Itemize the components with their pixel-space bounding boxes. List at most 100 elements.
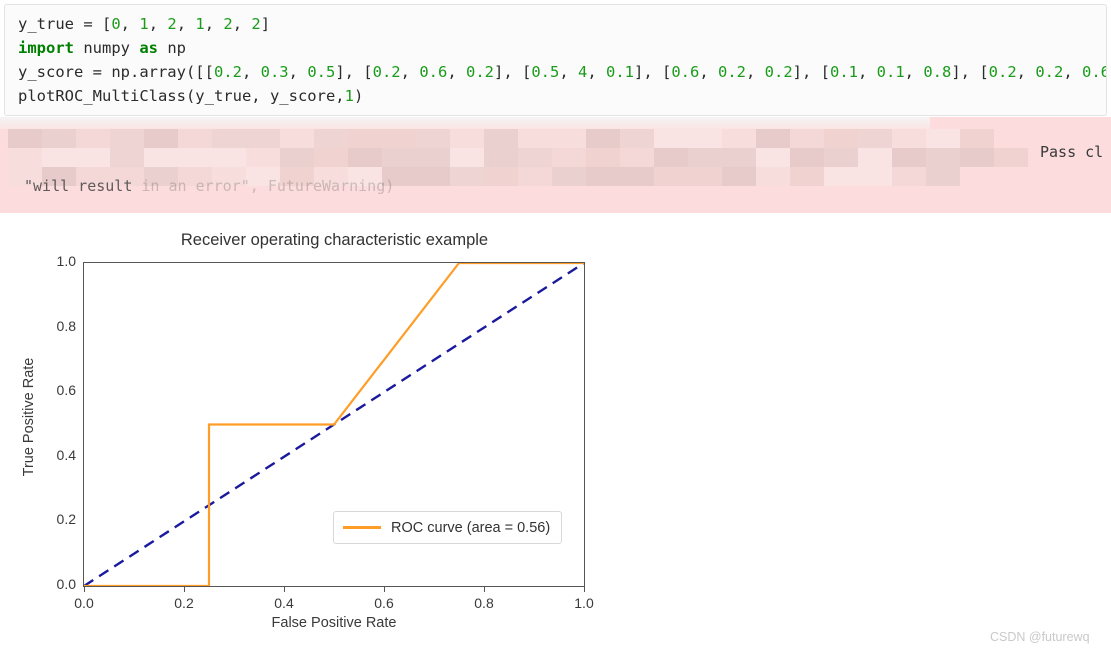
code-token-num: 0.2 <box>213 63 242 81</box>
code-token-plain: , <box>232 15 252 33</box>
redaction-tile <box>620 148 654 167</box>
redaction-tile <box>756 129 790 148</box>
code-token-num: 0.2 <box>764 63 793 81</box>
legend-swatch-roc <box>343 526 381 529</box>
redaction-tile <box>688 129 722 148</box>
redaction-tile <box>620 129 654 148</box>
code-token-plain: , <box>120 15 140 33</box>
code-token-kw: import <box>18 39 74 57</box>
redaction-tile <box>42 129 76 148</box>
x-tick-label: 0.4 <box>274 595 294 611</box>
redaction-tile <box>654 167 688 186</box>
warning-output-block: "will result in an error", FutureWarning… <box>0 117 1111 213</box>
redaction-tile <box>552 148 586 167</box>
code-token-num: 0.6 <box>1082 63 1106 81</box>
y-tick-label: 1.0 <box>56 253 76 269</box>
redaction-tile <box>858 148 892 167</box>
x-tick-mark <box>384 587 386 592</box>
code-token-plain: numpy <box>74 39 140 57</box>
redaction-tile <box>416 129 450 148</box>
x-tick-mark <box>184 587 186 592</box>
code-token-num: 2 <box>167 15 177 33</box>
x-tick-label: 0.0 <box>74 595 94 611</box>
code-token-plain: , <box>400 63 420 81</box>
redaction-tile <box>926 129 960 148</box>
redaction-tile <box>756 167 790 186</box>
redaction-tile <box>518 167 552 186</box>
x-tick-label: 0.6 <box>374 595 394 611</box>
redaction-tile <box>144 148 178 167</box>
redaction-tile <box>144 129 178 148</box>
code-token-plain: y_score = np.array([[ <box>18 63 214 81</box>
code-token-plain: , <box>1063 63 1083 81</box>
code-line: y_true = [0, 1, 2, 1, 2, 2] <box>18 12 1106 36</box>
redaction-tile <box>450 129 484 148</box>
redaction-tile <box>620 167 654 186</box>
y-tick-label: 0.0 <box>56 576 76 592</box>
redaction-tile <box>586 129 620 148</box>
code-token-num: 0.2 <box>988 63 1017 81</box>
redaction-tile <box>858 129 892 148</box>
redaction-tile <box>994 148 1028 167</box>
y-tick-label: 0.8 <box>56 317 76 334</box>
redaction-tile <box>246 129 280 148</box>
redaction-tile <box>892 148 926 167</box>
warning-right-fragment: Pass cl <box>1040 143 1104 161</box>
code-token-plain: ] <box>260 15 271 33</box>
redaction-tile <box>654 129 688 148</box>
code-token-plain: y_true = [ <box>18 15 112 33</box>
code-token-plain: , <box>1016 63 1036 81</box>
code-token-num: 0.6 <box>419 63 448 81</box>
warning-top-fade <box>0 117 930 129</box>
x-tick-label: 1.0 <box>574 595 594 611</box>
warning-text-obscured: in an error", FutureWarning) <box>132 177 395 195</box>
code-token-num: 0.2 <box>718 63 746 81</box>
code-token-num: 0.2 <box>372 63 401 81</box>
code-token-plain: ], [ <box>951 63 989 81</box>
code-line: y_score = np.array([[0.2, 0.3, 0.5], [0.… <box>18 60 1106 84</box>
redaction-tile <box>8 148 42 167</box>
x-tick-mark <box>484 587 486 592</box>
redaction-tile <box>824 167 858 186</box>
code-token-plain: ], [ <box>792 63 830 81</box>
redaction-tile <box>314 129 348 148</box>
x-tick-mark <box>584 587 586 592</box>
code-token-num: 0.5 <box>307 63 336 81</box>
redaction-tile <box>212 148 246 167</box>
code-token-num: 0.3 <box>260 63 289 81</box>
redaction-tile <box>484 129 518 148</box>
code-token-plain: , <box>858 63 877 81</box>
redaction-tile <box>76 129 110 148</box>
code-token-num: 0.2 <box>1035 63 1064 81</box>
redaction-tile <box>246 148 280 167</box>
code-cell[interactable]: y_true = [0, 1, 2, 1, 2, 2] import numpy … <box>4 4 1107 116</box>
code-line: import numpy as np <box>18 36 1106 60</box>
warning-text-clear: "will result <box>24 177 133 195</box>
x-tick-label: 0.2 <box>174 595 194 611</box>
code-source[interactable]: y_true = [0, 1, 2, 1, 2, 2] import numpy … <box>18 12 1106 108</box>
redaction-tile <box>518 148 552 167</box>
redaction-tile <box>42 148 76 167</box>
code-token-plain: ) <box>353 87 364 105</box>
redaction-tile <box>348 129 382 148</box>
redaction-tile <box>110 129 144 148</box>
chart-legend: ROC curve (area = 0.56) <box>333 511 563 544</box>
code-line: plotROC_MultiClass(y_true, y_score,1) <box>18 84 1106 108</box>
redaction-tile <box>858 167 892 186</box>
redaction-tile <box>824 148 858 167</box>
code-token-num: 1 <box>344 87 354 105</box>
code-token-plain: , <box>559 63 578 81</box>
redaction-tile <box>212 129 246 148</box>
redaction-tile <box>178 148 212 167</box>
x-tick-mark <box>284 587 286 592</box>
redaction-tile <box>450 148 484 167</box>
redaction-tile <box>382 129 416 148</box>
redaction-tile <box>178 129 212 148</box>
code-token-num: 0.5 <box>531 63 560 81</box>
x-tick-mark <box>84 587 86 592</box>
code-token-num: 0.8 <box>923 63 952 81</box>
code-token-plain: ], [ <box>634 63 672 81</box>
watermark: CSDN @futurewq <box>990 630 1090 644</box>
redaction-tile <box>586 148 620 167</box>
redaction-tile <box>8 129 42 148</box>
